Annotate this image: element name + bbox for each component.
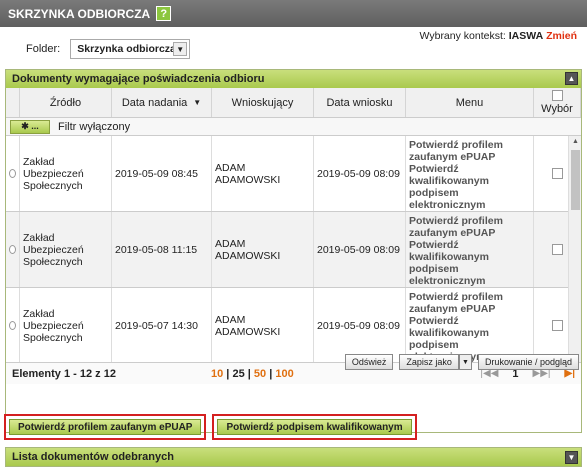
main-area: Wybrany kontekst: IASWA Zmień Folder: Sk…: [0, 27, 587, 471]
row-source: Zakład Ubezpieczeń Społecznych: [20, 212, 112, 287]
column-source[interactable]: Źródło: [20, 88, 112, 117]
action-bar: Odśwież Zapisz jako ▼ Drukowanie / podgl…: [344, 354, 579, 370]
row-request-date: 2019-05-09 08:09: [314, 136, 406, 211]
column-request-date[interactable]: Data wniosku: [314, 88, 406, 117]
vertical-scrollbar[interactable]: ▲ ▼: [568, 136, 581, 362]
filter-row: ✱ ... Filtr wyłączony: [6, 118, 581, 136]
received-documents-panel[interactable]: Lista dokumentów odebranych ▼: [5, 447, 582, 467]
change-context-link[interactable]: Zmień: [546, 30, 577, 42]
row-checkbox[interactable]: [551, 244, 563, 255]
select-all-checkbox[interactable]: [551, 90, 563, 101]
row-radio[interactable]: [9, 169, 16, 178]
confirm-signature-button[interactable]: Potwierdź podpisem kwalifikowanym: [217, 419, 412, 435]
row-menu[interactable]: Potwierdź profilem zaufanym ePUAP Potwie…: [406, 136, 534, 211]
received-documents-title: Lista dokumentów odebranych: [12, 451, 174, 463]
row-sent-date: 2019-05-07 14:30: [112, 288, 212, 362]
row-request-date: 2019-05-09 08:09: [314, 288, 406, 362]
context-label: Wybrany kontekst:: [419, 30, 506, 42]
folder-value: Skrzynka odbiorcza: [77, 43, 176, 55]
documents-panel: Dokumenty wymagające poświadczenia odbio…: [5, 69, 582, 433]
table-row[interactable]: Zakład Ubezpieczeń Społecznych 2019-05-0…: [6, 136, 581, 212]
filter-label: Filtr wyłączony: [58, 120, 131, 133]
sort-down-icon: ▼: [193, 98, 202, 107]
print-preview-button[interactable]: Drukowanie / podgląd: [477, 354, 579, 370]
row-request-date: 2019-05-09 08:09: [314, 212, 406, 287]
elements-count: Elementy 1 - 12 z 12: [12, 367, 116, 380]
row-applicant: ADAM ADAMOWSKI: [212, 288, 314, 362]
context-value: IASWA: [508, 30, 544, 42]
table-row[interactable]: Zakład Ubezpieczeń Społecznych 2019-05-0…: [6, 212, 581, 288]
panel-header: Dokumenty wymagające poświadczenia odbio…: [6, 70, 581, 88]
context-info: Wybrany kontekst: IASWA Zmień: [420, 30, 577, 42]
collapse-icon[interactable]: ▲: [565, 72, 578, 85]
table-row[interactable]: Zakład Ubezpieczeń Społecznych 2019-05-0…: [6, 288, 581, 362]
page-title: SKRZYNKA ODBIORCZA: [8, 6, 151, 21]
row-source: Zakład Ubezpieczeń Społecznych: [20, 288, 112, 362]
scroll-up-icon[interactable]: ▲: [569, 136, 581, 147]
column-applicant[interactable]: Wnioskujący: [212, 88, 314, 117]
column-menu: Menu: [406, 88, 534, 117]
row-radio[interactable]: [9, 245, 16, 254]
save-as-button[interactable]: Zapisz jako: [399, 354, 459, 370]
row-checkbox[interactable]: [551, 168, 563, 179]
save-as-dropdown-icon[interactable]: ▼: [458, 354, 472, 370]
confirm-epuap-button[interactable]: Potwierdź profilem zaufanym ePUAP: [9, 419, 202, 435]
filter-button[interactable]: ✱ ...: [10, 119, 50, 134]
page-size-100[interactable]: 100: [275, 368, 293, 380]
column-select: Wybór: [534, 88, 581, 117]
expand-icon[interactable]: ▼: [565, 451, 578, 464]
folder-select[interactable]: Skrzynka odbiorcza ▼: [70, 39, 191, 59]
row-applicant: ADAM ADAMOWSKI: [212, 212, 314, 287]
table-body: Zakład Ubezpieczeń Społecznych 2019-05-0…: [6, 136, 581, 362]
window-header: SKRZYNKA ODBIORCZA ?: [0, 0, 587, 27]
help-icon[interactable]: ?: [156, 6, 172, 21]
column-sent-date[interactable]: Data nadania ▼: [112, 88, 212, 117]
row-applicant: ADAM ADAMOWSKI: [212, 136, 314, 211]
row-sent-date: 2019-05-09 08:45: [112, 136, 212, 211]
page-size-50[interactable]: 50: [254, 368, 266, 380]
panel-title: Dokumenty wymagające poświadczenia odbio…: [12, 73, 265, 85]
row-sent-date: 2019-05-08 11:15: [112, 212, 212, 287]
row-checkbox[interactable]: [551, 320, 563, 331]
confirm-buttons: Potwierdź profilem zaufanym ePUAP Potwie…: [4, 414, 417, 440]
radio-column-header: [6, 88, 20, 117]
folder-label: Folder:: [26, 43, 61, 55]
confirm-epuap-frame: Potwierdź profilem zaufanym ePUAP: [4, 414, 207, 440]
page-size-options: 10 | 25 | 50 | 100: [211, 367, 294, 380]
row-menu[interactable]: Potwierdź profilem zaufanym ePUAP Potwie…: [406, 288, 534, 362]
folder-row: Folder: Skrzynka odbiorcza ▼: [26, 39, 191, 59]
table-header: Źródło Data nadania ▼ Wnioskujący Data wn…: [6, 88, 581, 118]
row-source: Zakład Ubezpieczeń Społecznych: [20, 136, 112, 211]
confirm-signature-frame: Potwierdź podpisem kwalifikowanym: [212, 414, 417, 440]
row-menu[interactable]: Potwierdź profilem zaufanym ePUAP Potwie…: [406, 212, 534, 287]
refresh-button[interactable]: Odśwież: [344, 354, 394, 370]
column-select-label: Wybór: [541, 103, 573, 115]
chevron-down-icon[interactable]: ▼: [173, 42, 188, 56]
row-radio[interactable]: [9, 321, 16, 330]
page-size-25[interactable]: 25: [232, 368, 244, 380]
column-sent-date-label: Data nadania: [121, 96, 188, 109]
page-size-10[interactable]: 10: [211, 368, 223, 380]
scrollbar-thumb[interactable]: [571, 150, 580, 210]
